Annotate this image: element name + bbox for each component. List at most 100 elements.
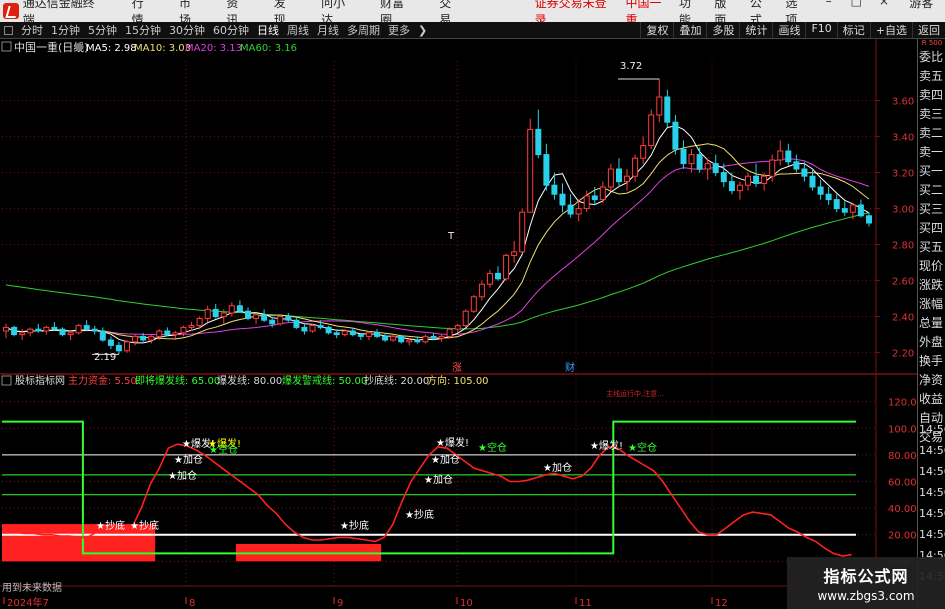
- signal-labels: ★爆发! ★爆发! ★空仓 ★加仓 ★加仓 ★抄底 ★抄底 ★抄底 ★抄底 ★爆…: [96, 389, 664, 532]
- huaxian-button[interactable]: 画线: [772, 22, 805, 38]
- candle-body: [293, 319, 300, 328]
- price-tick: 3.40: [892, 133, 914, 144]
- candle-body: [825, 193, 832, 201]
- candle-body: [583, 195, 590, 210]
- signal-chaodi-4: ★抄底: [405, 508, 434, 521]
- candle-body: [696, 154, 703, 170]
- fangxiang-label: 方向: 105.00: [427, 374, 489, 387]
- period-5min[interactable]: 5分钟: [84, 22, 121, 38]
- price-tick: 2.60: [892, 277, 914, 288]
- period-15min[interactable]: 15分钟: [121, 22, 165, 38]
- ma60-label: MA60: 3.16: [240, 43, 297, 54]
- candle-body: [462, 310, 469, 327]
- candle-body: [535, 128, 542, 156]
- duogu-button[interactable]: 多股: [706, 22, 739, 38]
- signal-jiacang-4: ★加仓: [424, 473, 453, 486]
- sub-tick: 40.00: [888, 504, 917, 515]
- signal-chaodi-2: ★抄底: [130, 519, 159, 532]
- baofa-label: 爆发线: 80.00: [217, 374, 282, 387]
- signal-jiacang-3: ★加仓: [431, 453, 460, 466]
- fuquan-button[interactable]: 复权: [640, 22, 673, 38]
- candle-body: [309, 325, 316, 332]
- panel-item-5: 卖一: [919, 145, 944, 159]
- sub-legend-box-icon[interactable]: [1, 375, 12, 386]
- candle-body: [567, 204, 574, 215]
- signal-baofa-4: ★爆发!: [590, 439, 623, 452]
- price-annotations: 3.72 2.19 T 涨 财: [94, 61, 642, 374]
- candle-body: [365, 332, 372, 337]
- candle-layer: [3, 78, 872, 355]
- candle-body: [478, 283, 485, 298]
- price-tick: 3.00: [892, 205, 914, 216]
- panel-time-4: 14:56: [919, 507, 945, 520]
- candle-body: [75, 325, 82, 334]
- period-month[interactable]: 月线: [313, 22, 343, 38]
- candle-body: [470, 296, 477, 312]
- period-60min[interactable]: 60分钟: [209, 22, 253, 38]
- candle-body: [277, 316, 284, 325]
- add-watchlist-button[interactable]: +自选: [869, 22, 912, 38]
- date-tick: 11: [579, 598, 592, 609]
- period-30min[interactable]: 30分钟: [165, 22, 209, 38]
- ma-layer: [5, 125, 870, 344]
- diejia-button[interactable]: 叠加: [673, 22, 706, 38]
- candle-body: [317, 325, 324, 328]
- panel-item-18: 收益: [919, 392, 944, 406]
- candle-body: [632, 157, 639, 177]
- sub-tick: 120.00: [888, 398, 917, 409]
- back-button[interactable]: 返回: [912, 22, 945, 38]
- candle-body: [656, 96, 663, 116]
- price-tick: 2.40: [892, 313, 914, 324]
- ma10-line: [5, 143, 870, 340]
- signal-faint-note: 主线运行中,注意…: [606, 389, 664, 398]
- price-tick: 2.80: [892, 241, 914, 252]
- layout-toggle-icon[interactable]: [4, 25, 13, 35]
- date-tick: 9: [337, 598, 343, 609]
- candle-body: [857, 204, 864, 217]
- settings-dot-icon[interactable]: [75, 43, 83, 51]
- period-more[interactable]: 更多: [384, 22, 414, 38]
- candle-body: [551, 184, 558, 195]
- candle-body: [446, 328, 453, 337]
- ma10-label: MA10: 3.03: [134, 43, 191, 54]
- panel-top-label: R 500: [921, 39, 943, 47]
- sub-tick: 20.00: [888, 531, 917, 542]
- period-fenshi[interactable]: 分时: [17, 22, 47, 38]
- candle-body: [115, 344, 122, 352]
- candle-body: [648, 114, 655, 147]
- period-multi[interactable]: 多周期: [343, 22, 384, 38]
- biaoji-button[interactable]: 标记: [836, 22, 870, 38]
- chevron-right-icon[interactable]: ❯: [414, 24, 431, 37]
- kline-chart[interactable]: 中国一重(日线) MA5: 2.98 MA10: 3.03 MA20: 3.13…: [0, 39, 923, 609]
- sub-legend: 股标指标网 主力资金: 5.50 即将爆发线: 65.00 爆发线: 80.00…: [1, 374, 489, 387]
- period-1min[interactable]: 1分钟: [47, 22, 84, 38]
- chart-area[interactable]: 中国一重(日线) MA5: 2.98 MA10: 3.03 MA20: 3.13…: [0, 39, 945, 609]
- candle-body: [801, 168, 808, 177]
- date-tick: 2024年7: [7, 596, 49, 609]
- tongji-button[interactable]: 统计: [739, 22, 772, 38]
- ma60-line: [5, 212, 870, 330]
- candle-body: [664, 96, 671, 123]
- watermark-title: 指标公式网: [823, 567, 909, 586]
- candle-body: [341, 330, 348, 336]
- future-data-hint: 用到未来数据: [2, 581, 62, 594]
- period-day[interactable]: 日线: [253, 22, 283, 38]
- candle-body: [124, 341, 130, 352]
- candle-body: [785, 150, 792, 163]
- signal-jiacang-2: ★加仓: [168, 469, 197, 482]
- candle-body: [245, 310, 251, 319]
- candle-body: [849, 204, 856, 213]
- panel-item-6: 买一: [919, 164, 944, 178]
- period-week[interactable]: 周线: [283, 22, 313, 38]
- candle-body: [220, 312, 227, 318]
- candle-body: [333, 332, 340, 336]
- candle-body: [777, 150, 784, 161]
- panel-item-0: 委比: [919, 50, 944, 64]
- legend-box-icon[interactable]: [1, 41, 12, 52]
- candle-body: [414, 339, 421, 343]
- panel-item-9: 买四: [919, 221, 944, 235]
- f10-button[interactable]: F10: [805, 22, 836, 38]
- signal-chaodi-3: ★抄底: [340, 519, 369, 532]
- candle-body: [753, 175, 760, 184]
- price-axis: 3.60 3.40 3.20 3.00 2.80 2.60 2.40 2.20: [876, 97, 914, 360]
